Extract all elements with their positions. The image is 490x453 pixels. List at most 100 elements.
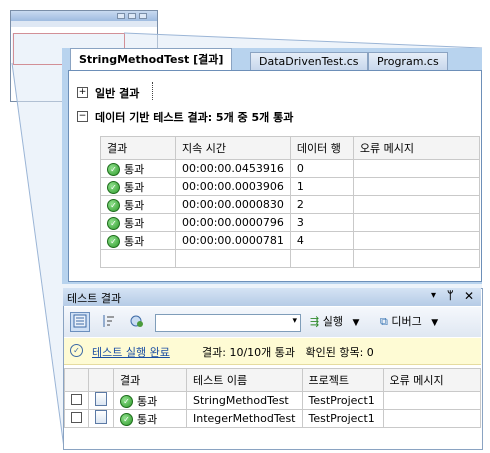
column-header-test-name[interactable]: 테스트 이름 bbox=[186, 368, 303, 392]
run-button[interactable]: ⇶ 실행 ▼ bbox=[310, 313, 359, 331]
column-header-check bbox=[64, 368, 89, 392]
error-cell bbox=[352, 213, 481, 232]
list-view-icon bbox=[73, 314, 87, 328]
table-row[interactable]: ✓ 통과 00:00:00.0000796 3 bbox=[100, 213, 481, 232]
column-header-result[interactable]: 결과 bbox=[100, 136, 176, 160]
test-run-selector[interactable]: ▾ bbox=[155, 314, 301, 332]
test-run-icon bbox=[130, 315, 143, 327]
test-name-cell: IntegerMethodTest bbox=[186, 409, 303, 428]
column-header-project[interactable]: 프로젝트 bbox=[301, 368, 384, 392]
tab-stringmethodtest-results[interactable]: StringMethodTest [결과] bbox=[70, 48, 233, 70]
chevron-down-icon: ▾ bbox=[292, 316, 297, 326]
data-row-cell: 2 bbox=[289, 195, 354, 214]
result-text: 통과 bbox=[124, 198, 145, 212]
passed-check-icon: ✓ bbox=[107, 235, 120, 248]
error-cell bbox=[382, 409, 481, 428]
data-row-cell: 3 bbox=[289, 213, 354, 232]
tab-datadriventest-cs[interactable]: DataDrivenTest.cs bbox=[250, 52, 368, 70]
test-results-titlebar: 테스트 결과 ▾ ᛘ ✕ bbox=[63, 288, 481, 306]
error-cell bbox=[382, 391, 481, 410]
column-header-type bbox=[88, 368, 114, 392]
info-check-icon: ✓ bbox=[70, 344, 83, 357]
result-text: 통과 bbox=[124, 234, 145, 248]
column-header-result[interactable]: 결과 bbox=[113, 368, 187, 392]
debug-dropdown-icon[interactable]: ▼ bbox=[431, 318, 438, 328]
column-header-error-message[interactable]: 오류 메시지 bbox=[352, 136, 481, 160]
checkbox-cell bbox=[64, 391, 89, 410]
type-cell bbox=[88, 409, 114, 428]
result-cell: ✓ 통과 bbox=[100, 213, 176, 232]
table-row-empty bbox=[100, 249, 481, 268]
test-document-icon bbox=[95, 392, 107, 406]
general-results-label: 일반 결과 bbox=[95, 87, 140, 100]
passed-check-icon: ✓ bbox=[107, 163, 120, 176]
error-cell bbox=[352, 177, 481, 196]
result-cell: ✓ 통과 bbox=[100, 231, 176, 250]
select-run-button[interactable] bbox=[127, 312, 147, 332]
column-header-data-row[interactable]: 데이터 행 bbox=[289, 136, 354, 160]
empty-cell bbox=[175, 249, 291, 268]
pin-icon[interactable]: ᛘ bbox=[447, 289, 454, 302]
checkbox-cell bbox=[64, 409, 89, 428]
table-row[interactable]: ✓ 통과 00:00:00.0453916 0 bbox=[100, 159, 481, 178]
tab-program-cs[interactable]: Program.cs bbox=[368, 52, 448, 70]
duration-cell: 00:00:00.0000830 bbox=[175, 195, 291, 214]
window-position-dropdown-icon[interactable]: ▾ bbox=[431, 290, 436, 301]
data-driven-results-grid: 결과 지속 시간 데이터 행 오류 메시지 ✓ 통과 00:00:00.04539… bbox=[100, 136, 481, 268]
row-checkbox[interactable] bbox=[71, 393, 82, 405]
empty-cell bbox=[289, 249, 354, 268]
sort-button[interactable] bbox=[98, 312, 118, 332]
run-label: 실행 bbox=[322, 315, 343, 328]
type-cell bbox=[88, 391, 114, 410]
test-results-title: 테스트 결과 bbox=[67, 292, 122, 305]
collapse-data-driven-results-icon[interactable]: − bbox=[77, 111, 88, 122]
debug-button[interactable]: ⧉ 디버그 ▼ bbox=[380, 313, 438, 331]
table-row[interactable]: ✓ 통과 00:00:00.0003906 1 bbox=[100, 177, 481, 196]
list-item[interactable]: ✓ 통과 StringMethodTest TestProject1 bbox=[64, 391, 481, 410]
list-item[interactable]: ✓ 통과 IntegerMethodTest TestProject1 bbox=[64, 409, 481, 428]
result-text: 통과 bbox=[124, 216, 145, 230]
sort-icon bbox=[103, 315, 114, 327]
error-cell bbox=[352, 195, 481, 214]
debug-tests-icon: ⧉ bbox=[380, 315, 388, 328]
column-header-error-message[interactable]: 오류 메시지 bbox=[382, 368, 481, 392]
table-row[interactable]: ✓ 통과 00:00:00.0000830 2 bbox=[100, 195, 481, 214]
row-checkbox[interactable] bbox=[71, 411, 82, 423]
duration-cell: 00:00:00.0003906 bbox=[175, 177, 291, 196]
close-window-icon[interactable]: ✕ bbox=[464, 289, 474, 303]
run-dropdown-icon[interactable]: ▼ bbox=[352, 318, 359, 328]
test-run-summary: 결과: 10/10개 통과 확인된 항목: 0 bbox=[202, 346, 374, 359]
result-cell: ✓ 통과 bbox=[100, 177, 176, 196]
run-tests-icon: ⇶ bbox=[310, 315, 320, 328]
data-row-cell: 0 bbox=[289, 159, 354, 178]
passed-check-icon: ✓ bbox=[120, 413, 133, 426]
result-cell: ✓ 통과 bbox=[100, 195, 176, 214]
duration-cell: 00:00:00.0000796 bbox=[175, 213, 291, 232]
empty-cell bbox=[100, 249, 176, 268]
grid-header-row: 결과 지속 시간 데이터 행 오류 메시지 bbox=[100, 136, 481, 160]
expand-general-results-icon[interactable]: + bbox=[77, 87, 88, 98]
result-text: 통과 bbox=[137, 412, 158, 426]
group-view-button[interactable] bbox=[70, 312, 90, 332]
result-text: 통과 bbox=[137, 394, 158, 408]
test-run-completed-link[interactable]: 테스트 실행 완료 bbox=[92, 344, 170, 360]
test-document-icon bbox=[95, 410, 107, 424]
column-header-duration[interactable]: 지속 시간 bbox=[175, 136, 291, 160]
result-text: 통과 bbox=[124, 162, 145, 176]
data-row-cell: 4 bbox=[289, 231, 354, 250]
list-header-row: 결과 테스트 이름 프로젝트 오류 메시지 bbox=[64, 368, 481, 392]
data-driven-results-label: 데이터 기반 테스트 결과: 5개 중 5개 통과 bbox=[95, 111, 294, 124]
passed-check-icon: ✓ bbox=[107, 199, 120, 212]
debug-label: 디버그 bbox=[391, 315, 422, 328]
tab-label: Program.cs bbox=[377, 55, 439, 68]
section-divider bbox=[152, 82, 153, 100]
duration-cell: 00:00:00.0000781 bbox=[175, 231, 291, 250]
empty-cell bbox=[352, 249, 481, 268]
tab-label: DataDrivenTest.cs bbox=[259, 55, 359, 68]
project-cell: TestProject1 bbox=[301, 391, 384, 410]
error-cell bbox=[352, 159, 481, 178]
table-row[interactable]: ✓ 통과 00:00:00.0000781 4 bbox=[100, 231, 481, 250]
test-name-cell: StringMethodTest bbox=[186, 391, 303, 410]
result-cell: ✓ 통과 bbox=[113, 391, 187, 410]
result-cell: ✓ 통과 bbox=[113, 409, 187, 428]
